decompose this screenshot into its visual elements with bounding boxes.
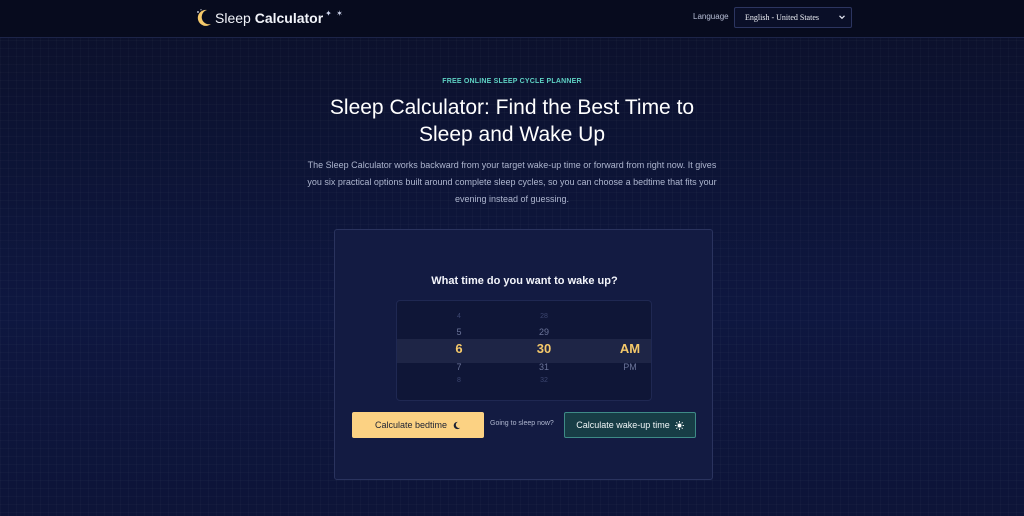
calculate-wake-up-time-button[interactable]: Calculate wake-up time: [564, 412, 696, 438]
period-option[interactable]: PM: [610, 362, 650, 372]
wake-time-question: What time do you want to wake up?: [431, 275, 618, 287]
page-title: Sleep Calculator: Find the Best Time to …: [329, 96, 695, 146]
minute-selected[interactable]: 30: [524, 341, 564, 356]
logo-text-bold: Calculator: [254, 10, 324, 26]
logo-text-light: Sleep: [215, 10, 255, 26]
sun-icon: [674, 420, 684, 430]
hero-eyebrow: FREE ONLINE SLEEP CYCLE PLANNER: [442, 78, 582, 85]
hour-option[interactable]: 5: [439, 327, 479, 337]
hour-selected[interactable]: 6: [439, 341, 479, 356]
period-selected[interactable]: AM: [610, 341, 650, 356]
calculate-bedtime-button[interactable]: Calculate bedtime: [352, 412, 484, 438]
period-wheel[interactable]: AM PM: [590, 301, 640, 400]
hour-option[interactable]: 4: [439, 313, 479, 320]
language-label: Language: [693, 12, 729, 21]
calculator-card: What time do you want to wake up? 4 5 6 …: [334, 229, 713, 480]
minute-option[interactable]: 31: [524, 362, 564, 372]
time-picker: 4 5 6 7 8 28 29 30 31 32 AM PM: [396, 300, 652, 401]
hour-option[interactable]: 7: [439, 362, 479, 372]
minute-option[interactable]: 29: [524, 327, 564, 337]
going-to-sleep-now-text: Going to sleep now?: [490, 420, 554, 427]
calculate-bedtime-label: Calculate bedtime: [374, 420, 448, 430]
chevron-down-icon: [839, 15, 845, 20]
calculate-wake-up-label: Calculate wake-up time: [576, 420, 670, 430]
minute-option[interactable]: 28: [524, 313, 564, 320]
logo-text: Sleep Calculator: [215, 10, 323, 26]
language-select-value: English - United States: [745, 13, 819, 22]
minute-option[interactable]: 32: [524, 377, 564, 384]
moon-icon: [453, 421, 461, 429]
hour-option[interactable]: 8: [439, 377, 479, 384]
hero-description: The Sleep Calculator works backward from…: [307, 160, 717, 204]
minute-wheel[interactable]: 28 29 30 31 32: [504, 301, 551, 400]
hour-wheel[interactable]: 4 5 6 7 8: [419, 301, 462, 400]
site-logo[interactable]: Sleep Calculator ✦ ✶: [195, 7, 344, 29]
stars-icon: ✦ ✶: [325, 8, 344, 18]
language-select[interactable]: English - United States: [734, 7, 852, 28]
crescent-moon-icon: [197, 9, 211, 26]
top-navigation-bar: Sleep Calculator ✦ ✶ Language English - …: [0, 0, 1024, 38]
